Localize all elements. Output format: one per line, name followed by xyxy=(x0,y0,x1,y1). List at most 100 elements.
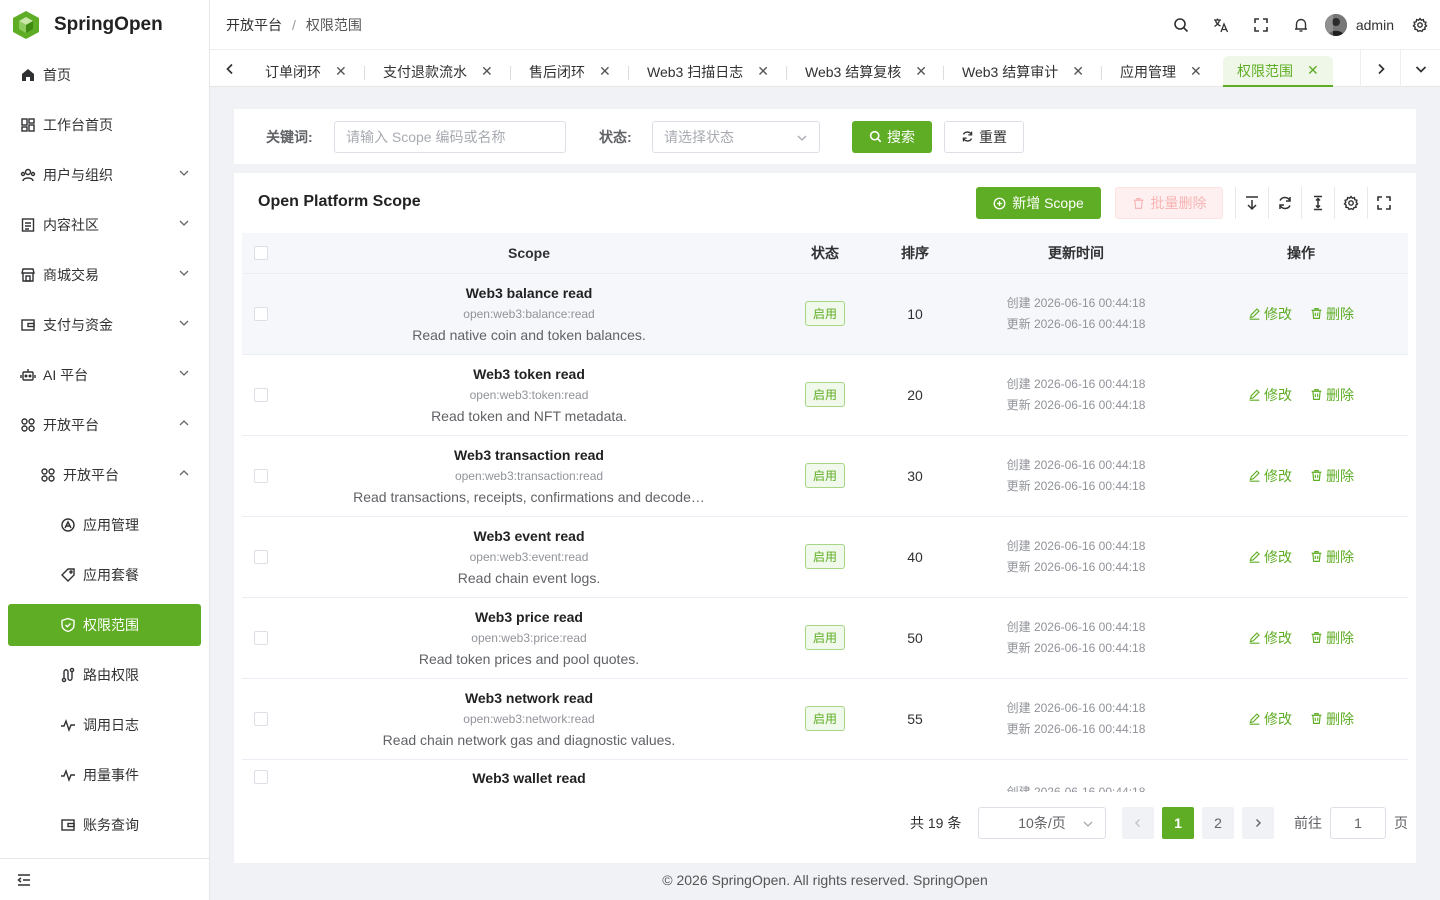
close-icon[interactable]: ✕ xyxy=(757,63,769,80)
tab-scroll-left-button[interactable] xyxy=(210,50,250,87)
sidebar-item-users[interactable]: 用户与组织 xyxy=(0,150,209,200)
column-settings-button[interactable] xyxy=(1334,187,1367,219)
row-checkbox[interactable] xyxy=(254,306,268,321)
notification-button[interactable] xyxy=(1281,17,1321,33)
page-button-1[interactable]: 1 xyxy=(1162,807,1194,839)
tab-after-sales[interactable]: 售后闭环 ✕ xyxy=(515,56,625,87)
header-scope[interactable]: Scope xyxy=(280,233,778,274)
goto-page-input[interactable]: 1 xyxy=(1330,807,1386,839)
users-icon xyxy=(20,168,36,182)
tab-web3-scan-log[interactable]: Web3 扫描日志 ✕ xyxy=(633,56,783,87)
tab-menu-button[interactable] xyxy=(1400,50,1440,87)
edit-button[interactable]: 修改 xyxy=(1248,628,1292,648)
density-button[interactable] xyxy=(1301,187,1334,219)
logo[interactable]: SpringOpen xyxy=(0,0,209,50)
header-sort[interactable]: 排序 xyxy=(872,233,958,274)
page-size-select[interactable]: 10条/页 xyxy=(978,807,1106,839)
sidebar-item-scope[interactable]: 权限范围 xyxy=(8,604,201,646)
translate-button[interactable] xyxy=(1201,17,1241,33)
search-button[interactable]: 搜索 xyxy=(852,120,932,153)
table-row[interactable]: Web3 event read open:web3:event:read Read … xyxy=(242,516,1408,598)
table-row[interactable]: Web3 transaction read open:web3:transacti… xyxy=(242,435,1408,517)
sidebar-subitem-open-platform[interactable]: 开放平台 xyxy=(0,450,209,500)
export-button[interactable] xyxy=(1235,187,1268,219)
row-checkbox[interactable] xyxy=(254,549,268,564)
batch-delete-button[interactable]: 批量删除 xyxy=(1115,187,1223,219)
next-page-button[interactable] xyxy=(1242,807,1274,839)
tab-order-loop[interactable]: 订单闭环 ✕ xyxy=(251,56,361,87)
sidebar-item-content[interactable]: 内容社区 xyxy=(0,200,209,250)
edit-button[interactable]: 修改 xyxy=(1248,709,1292,729)
sidebar-item-shop[interactable]: 商城交易 xyxy=(0,250,209,300)
tab-scope[interactable]: 权限范围 ✕ xyxy=(1223,56,1333,87)
delete-button[interactable]: 删除 xyxy=(1310,709,1354,729)
close-icon[interactable]: ✕ xyxy=(1190,63,1202,80)
close-icon[interactable]: ✕ xyxy=(1307,62,1319,79)
sidebar-item-call-log[interactable]: 调用日志 xyxy=(0,700,209,750)
sidebar-item-ai[interactable]: AI 平台 xyxy=(0,350,209,400)
scope-panel: Open Platform Scope 新增 Scope 批量删除 Scope … xyxy=(234,173,1416,863)
breadcrumb-item[interactable]: 开放平台 xyxy=(226,15,282,35)
tab-refund-flow[interactable]: 支付退款流水 ✕ xyxy=(369,56,507,87)
edit-button[interactable]: 修改 xyxy=(1248,304,1292,324)
page-button-2[interactable]: 2 xyxy=(1202,807,1234,839)
row-checkbox[interactable] xyxy=(254,468,268,483)
search-button[interactable] xyxy=(1161,17,1201,33)
sidebar-item-billing[interactable]: 账务查询 xyxy=(0,800,209,850)
panel-fullscreen-button[interactable] xyxy=(1367,187,1400,219)
status-select[interactable]: 请选择状态 xyxy=(652,120,820,153)
prev-page-button[interactable] xyxy=(1122,807,1154,839)
delete-button[interactable]: 删除 xyxy=(1310,547,1354,567)
row-checkbox[interactable] xyxy=(254,769,268,784)
table-row[interactable]: Web3 network read open:web3:network:read R… xyxy=(242,678,1408,760)
tab-app-management[interactable]: 应用管理 ✕ xyxy=(1106,56,1216,87)
table-viewport[interactable]: Scope 状态 排序 更新时间 操作 Web3 balance read ope… xyxy=(234,233,1416,792)
fullscreen-button[interactable] xyxy=(1241,17,1281,33)
select-all-checkbox[interactable] xyxy=(254,245,268,260)
add-scope-button[interactable]: 新增 Scope xyxy=(976,187,1101,219)
sidebar-item-payment[interactable]: 支付与资金 xyxy=(0,300,209,350)
keyword-input[interactable]: 请输入 Scope 编码或名称 xyxy=(334,120,566,153)
close-icon[interactable]: ✕ xyxy=(335,63,347,80)
close-icon[interactable]: ✕ xyxy=(1072,63,1084,80)
close-icon[interactable]: ✕ xyxy=(481,63,493,80)
close-icon[interactable]: ✕ xyxy=(599,63,611,80)
sidebar-item-home[interactable]: 首页 xyxy=(0,50,209,100)
edit-button[interactable]: 修改 xyxy=(1248,466,1292,486)
ops-cell: 修改 删除 xyxy=(1194,516,1408,598)
sidebar-item-app-plan[interactable]: 应用套餐 xyxy=(0,550,209,600)
tab-web3-settlement-review[interactable]: Web3 结算复核 ✕ xyxy=(791,56,941,87)
sidebar-collapse-button[interactable] xyxy=(0,858,209,900)
status-badge: 启用 xyxy=(804,301,845,326)
delete-button[interactable]: 删除 xyxy=(1310,628,1354,648)
sidebar-item-open-platform[interactable]: 开放平台 xyxy=(0,400,209,450)
sidebar-item-usage-event[interactable]: 用量事件 xyxy=(0,750,209,800)
table-row[interactable]: Web3 price read open:web3:price:read Read … xyxy=(242,597,1408,679)
reset-button[interactable]: 重置 xyxy=(944,120,1024,153)
sidebar-item-dashboard[interactable]: 工作台首页 xyxy=(0,100,209,150)
tab-scroll-right-button[interactable] xyxy=(1360,50,1400,87)
settings-button[interactable] xyxy=(1400,17,1440,33)
tab-web3-settlement-audit[interactable]: Web3 结算审计 ✕ xyxy=(948,56,1098,87)
header-status[interactable]: 状态 xyxy=(778,233,872,274)
delete-button[interactable]: 删除 xyxy=(1310,385,1354,405)
table-row[interactable]: Web3 balance read open:web3:balance:read R… xyxy=(242,273,1408,355)
row-checkbox[interactable] xyxy=(254,711,268,726)
ops-cell: 修改 删除 xyxy=(1194,678,1408,760)
row-checkbox[interactable] xyxy=(254,387,268,402)
close-icon[interactable]: ✕ xyxy=(915,63,927,80)
user-menu[interactable]: admin xyxy=(1324,14,1394,36)
edit-button[interactable]: 修改 xyxy=(1248,385,1292,405)
table-row[interactable]: Web3 token read open:web3:token:read Read … xyxy=(242,354,1408,436)
tab-bar: 订单闭环 ✕ 支付退款流水 ✕ 售后闭环 ✕ Web3 扫描日志 ✕ Web3 结算复核… xyxy=(210,50,1440,87)
row-checkbox[interactable] xyxy=(254,630,268,645)
delete-button[interactable]: 删除 xyxy=(1310,466,1354,486)
delete-button[interactable]: 删除 xyxy=(1310,304,1354,324)
avatar xyxy=(1324,14,1347,36)
header-time[interactable]: 更新时间 xyxy=(958,233,1194,274)
table-row[interactable]: Web3 wallet read 创建 2026-06-16 00:44:18 xyxy=(242,759,1408,792)
edit-button[interactable]: 修改 xyxy=(1248,547,1292,567)
refresh-button[interactable] xyxy=(1268,187,1301,219)
sidebar-item-app-management[interactable]: 应用管理 xyxy=(0,500,209,550)
sidebar-item-route-permission[interactable]: 路由权限 xyxy=(0,650,209,700)
